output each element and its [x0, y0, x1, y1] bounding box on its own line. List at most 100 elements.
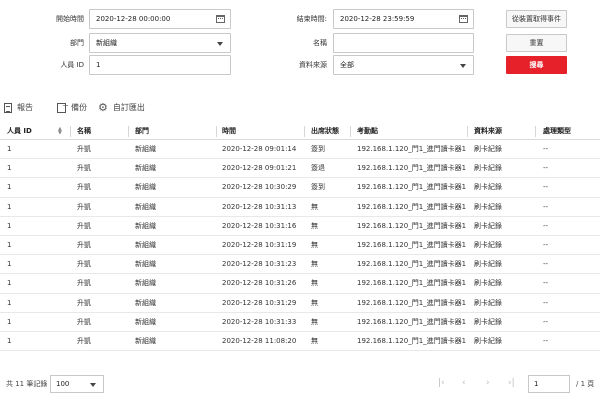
cell-data-source: 刷卡紀錄 [474, 260, 502, 269]
table-row[interactable]: 1 升凱 新組織 2020-12-28 10:31:16 無 192.168.1.120_… [0, 217, 600, 236]
cell-processing-type: -- [543, 183, 549, 192]
data-source-value: 全部 [340, 61, 354, 69]
department-label: 部門 [70, 39, 84, 47]
cell-data-source: 刷卡紀錄 [474, 145, 502, 153]
gear-icon: ⚙ [98, 101, 108, 114]
cell-department: 新組織 [135, 145, 156, 153]
table-row[interactable]: 1 升凱 新組織 2020-12-28 10:31:23 無 192.168.1.120_… [0, 255, 600, 275]
column-header-attendance-status[interactable]: 出席狀態 [311, 123, 339, 140]
table-row[interactable]: 1 升凱 新組織 2020-12-28 09:01:21 簽退 192.168.1.120… [0, 159, 600, 179]
column-divider [70, 126, 71, 137]
start-time-field[interactable]: 2020-12-28 00:00:00 [89, 9, 231, 29]
cell-data-source: 刷卡紀錄 [474, 298, 502, 307]
column-header-processing-type[interactable]: 處理類型 [543, 123, 571, 140]
cell-department: 新組織 [135, 164, 156, 173]
cell-name: 升凱 [77, 183, 91, 192]
cell-name: 升凱 [77, 298, 91, 307]
cell-processing-type: -- [543, 260, 549, 269]
cell-attendance-point: 192.168.1.120_門1_進門讀卡器1 [357, 260, 467, 269]
cell-attendance-point: 192.168.1.120_門1_進門讀卡器1 [357, 240, 467, 249]
cell-person-id: 1 [7, 260, 12, 269]
cell-department: 新組織 [135, 240, 156, 249]
backup-button[interactable]: 備份 [57, 99, 87, 115]
custom-export-label: 自訂匯出 [112, 103, 145, 112]
sort-icon[interactable]: ▲ ▼ [58, 127, 62, 136]
table-row[interactable]: 1 升凱 新組織 2020-12-28 10:31:26 無 192.168.1.120_… [0, 274, 600, 294]
column-divider [128, 126, 129, 137]
column-divider [304, 126, 305, 137]
table-body: 1 升凱 新組織 2020-12-28 09:01:14 簽到 192.168.1.120… [0, 140, 600, 352]
table-row[interactable]: 1 升凱 新組織 2020-12-28 10:31:13 無 192.168.1.120_… [0, 198, 600, 217]
report-button[interactable]: 報告 [4, 101, 33, 115]
cell-attendance-status: 無 [311, 279, 318, 288]
previous-page-icon[interactable]: ‹ [462, 376, 466, 390]
table-row[interactable]: 1 升凱 新組織 2020-12-28 10:30:29 簽到 192.168.1.120… [0, 178, 600, 198]
cell-attendance-point: 192.168.1.120_門1_進門讀卡器1 [357, 221, 467, 230]
department-select[interactable]: 新組織 [89, 33, 231, 53]
cell-attendance-point: 192.168.1.120_門1_進門讀卡器1 [357, 279, 467, 288]
name-label: 名稱 [313, 39, 327, 47]
calendar-icon[interactable] [459, 15, 468, 23]
reset-button[interactable]: 重置 [506, 34, 567, 52]
person-id-value: 1 [96, 61, 101, 69]
cell-person-id: 1 [7, 145, 12, 153]
cell-department: 新組織 [135, 279, 156, 288]
chevron-down-icon [460, 64, 466, 68]
last-page-icon[interactable]: ›| [508, 376, 515, 390]
cell-name: 升凱 [77, 202, 91, 211]
end-time-value: 2020-12-28 23:59:59 [340, 15, 415, 23]
cell-time: 2020-12-28 09:01:21 [222, 164, 297, 173]
department-value: 新組織 [96, 39, 117, 47]
cell-department: 新組織 [135, 202, 156, 211]
cell-attendance-point: 192.168.1.120_門1_進門讀卡器1 [357, 183, 467, 192]
cell-attendance-status: 無 [311, 260, 318, 269]
search-button[interactable]: 搜尋 [506, 56, 567, 74]
cell-name: 升凱 [77, 279, 91, 288]
cell-time: 2020-12-28 10:31:26 [222, 279, 297, 288]
report-label: 報告 [17, 103, 33, 112]
name-input[interactable] [333, 33, 474, 53]
cell-attendance-status: 簽到 [311, 183, 325, 192]
cell-data-source: 刷卡紀錄 [474, 279, 502, 288]
cell-name: 升凱 [77, 336, 91, 345]
person-id-input[interactable]: 1 [89, 55, 231, 75]
get-events-from-device-button[interactable]: 從裝置取得事件 [506, 10, 567, 28]
data-source-select[interactable]: 全部 [333, 55, 474, 75]
page-size-select[interactable]: 100 [50, 375, 104, 393]
cell-data-source: 刷卡紀錄 [474, 221, 502, 230]
column-header-name[interactable]: 名稱 [77, 123, 91, 140]
column-header-attendance-point[interactable]: 考勤點 [357, 123, 378, 140]
cell-time: 2020-12-28 10:31:29 [222, 298, 297, 307]
cell-name: 升凱 [77, 317, 91, 326]
pagination-bar: 共 11 筆記錄 100 |‹ ‹ › ›| 1 / 1 頁 [0, 372, 600, 396]
cell-person-id: 1 [7, 164, 12, 173]
cell-processing-type: -- [543, 164, 549, 173]
table-row[interactable]: 1 升凱 新組織 2020-12-28 10:31:33 無 192.168.1.120_… [0, 313, 600, 332]
next-page-icon[interactable]: › [486, 376, 490, 390]
column-header-data-source[interactable]: 資料來源 [474, 123, 502, 140]
data-source-label: 資料來源 [299, 61, 327, 69]
cell-attendance-status: 無 [311, 298, 318, 307]
cell-data-source: 刷卡紀錄 [474, 202, 502, 211]
cell-name: 升凱 [77, 221, 91, 230]
table-row[interactable]: 1 升凱 新組織 2020-12-28 10:31:19 無 192.168.1.120_… [0, 236, 600, 256]
cell-processing-type: -- [543, 336, 549, 345]
column-header-time[interactable]: 時間 [222, 123, 236, 140]
cell-attendance-point: 192.168.1.120_門1_進門讀卡器1 [357, 145, 467, 153]
cell-person-id: 1 [7, 279, 12, 288]
table-row[interactable]: 1 升凱 新組織 2020-12-28 09:01:14 簽到 192.168.1.120… [0, 140, 600, 160]
end-time-field[interactable]: 2020-12-28 23:59:59 [333, 9, 474, 29]
cell-person-id: 1 [7, 298, 12, 307]
custom-export-button[interactable]: ⚙ 自訂匯出 [98, 101, 145, 115]
column-header-department[interactable]: 部門 [135, 123, 149, 140]
current-page-input[interactable]: 1 [528, 375, 570, 393]
cell-attendance-status: 簽到 [311, 145, 325, 153]
start-time-value: 2020-12-28 00:00:00 [96, 15, 171, 23]
calendar-icon[interactable] [216, 15, 225, 23]
cell-time: 2020-12-28 10:31:19 [222, 240, 297, 249]
table-row[interactable]: 1 升凱 新組織 2020-12-28 10:31:29 無 192.168.1.120_… [0, 294, 600, 313]
column-header-person-id[interactable]: 人員 ID [7, 123, 32, 140]
table-row[interactable]: 1 升凱 新組織 2020-12-28 11:08:20 無 192.168.1.120_… [0, 332, 600, 352]
cell-time: 2020-12-28 10:31:16 [222, 221, 297, 230]
first-page-icon[interactable]: |‹ [438, 376, 445, 390]
